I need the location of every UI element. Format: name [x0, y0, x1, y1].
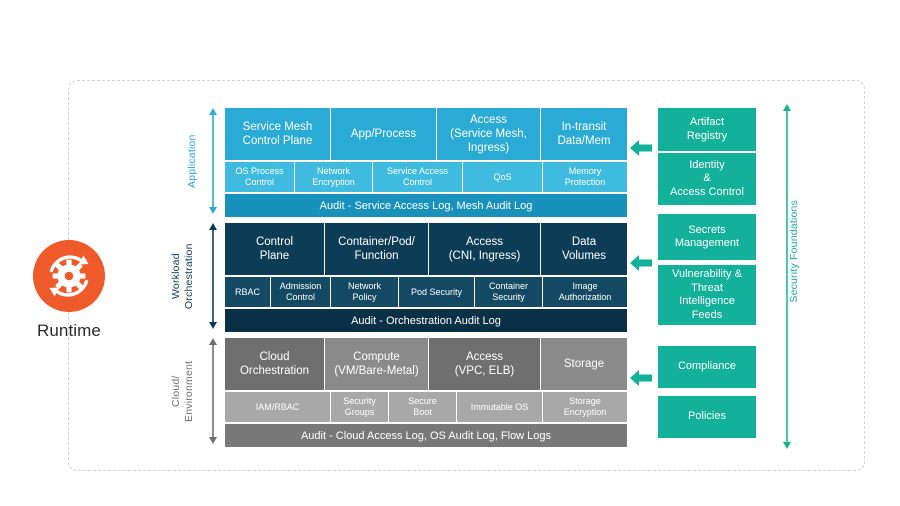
- runtime-logo-label: Runtime: [36, 321, 101, 340]
- band-subcell-workload-orchestration-2[interactable]: Network Policy: [331, 277, 399, 307]
- band-cell-workload-orchestration-1[interactable]: Container/Pod/Function: [325, 223, 429, 275]
- audit-bar-workload-orchestration[interactable]: Audit - Orchestration Audit Log: [225, 309, 627, 332]
- band-subcell-workload-orchestration-5[interactable]: Image Authorization: [543, 277, 627, 307]
- band-application: Service Mesh Control Plane App/Process Acce…: [225, 108, 627, 217]
- diagram-canvas: Runtime Application Service Mesh Control P…: [0, 0, 900, 506]
- gear-refresh-icon: [33, 240, 105, 312]
- audit-bar-cloud-environment[interactable]: Audit - Cloud Access Log, OS Audit Log, …: [225, 424, 627, 447]
- band-cloud-environment: Cloud Orchestration Compute (VM/Bare-Metal)…: [225, 338, 627, 447]
- band-top-row: Control Plane Container/Pod/Function Access…: [225, 223, 627, 275]
- security-foundations-label: Security Foundations: [788, 200, 800, 303]
- band-subcell-application-4[interactable]: Memory Protection: [543, 162, 627, 192]
- axis-arrow-application: [208, 108, 218, 214]
- band-subcell-workload-orchestration-0[interactable]: RBAC: [225, 277, 271, 307]
- band-cell-cloud-environment-2[interactable]: Access (VPC, ELB): [429, 338, 541, 390]
- band-sub-row: RBAC Admission Control Network Policy Pod Sec…: [225, 277, 627, 307]
- band-cell-workload-orchestration-0[interactable]: Control Plane: [225, 223, 325, 275]
- foundation-box-2[interactable]: Secrets Management: [658, 214, 756, 260]
- band-top-row: Cloud Orchestration Compute (VM/Bare-Metal)…: [225, 338, 627, 390]
- band-sub-row: IAM/RBAC Security Groups Secure Boot Immutabl…: [225, 392, 627, 422]
- band-workload-orchestration: Control Plane Container/Pod/Function Access…: [225, 223, 627, 332]
- band-subcell-application-2[interactable]: Service Access Control: [373, 162, 463, 192]
- foundation-box-1[interactable]: Identity & Access Control: [658, 153, 756, 205]
- foundation-box-3[interactable]: Vulnerability & Threat Intelligence Feeds: [658, 265, 756, 325]
- foundation-box-0[interactable]: Artifact Registry: [658, 108, 756, 151]
- band-subcell-cloud-environment-1[interactable]: Security Groups: [331, 392, 389, 422]
- axis-arrow-cloud-environment: [208, 338, 218, 444]
- foundation-box-4[interactable]: Compliance: [658, 346, 756, 388]
- band-subcell-cloud-environment-2[interactable]: Secure Boot: [389, 392, 457, 422]
- band-subcell-application-0[interactable]: OS Process Control: [225, 162, 295, 192]
- band-sub-row: OS Process Control Network Encryption Servic…: [225, 162, 627, 192]
- band-cell-workload-orchestration-3[interactable]: Data Volumes: [541, 223, 627, 275]
- foundation-box-5[interactable]: Policies: [658, 396, 756, 438]
- band-subcell-cloud-environment-4[interactable]: Storage Encryption: [543, 392, 627, 422]
- audit-bar-application[interactable]: Audit - Service Access Log, Mesh Audit L…: [225, 194, 627, 217]
- band-cell-cloud-environment-3[interactable]: Storage: [541, 338, 627, 390]
- band-cell-cloud-environment-1[interactable]: Compute (VM/Bare-Metal): [325, 338, 429, 390]
- arrow-left-icon-1: [630, 252, 652, 274]
- band-cell-workload-orchestration-2[interactable]: Access (CNI, Ingress): [429, 223, 541, 275]
- band-top-row: Service Mesh Control Plane App/Process Acce…: [225, 108, 627, 160]
- band-subcell-workload-orchestration-3[interactable]: Pod Security: [399, 277, 475, 307]
- runtime-logo-group: Runtime: [30, 240, 108, 341]
- band-subcell-workload-orchestration-1[interactable]: Admission Control: [271, 277, 331, 307]
- band-label-workload-orchestration: Workload Orchestration: [170, 243, 195, 309]
- band-cell-application-1[interactable]: App/Process: [331, 108, 437, 160]
- band-label-application: Application: [186, 134, 198, 188]
- band-subcell-application-1[interactable]: Network Encryption: [295, 162, 373, 192]
- band-subcell-cloud-environment-0[interactable]: IAM/RBAC: [225, 392, 331, 422]
- band-subcell-cloud-environment-3[interactable]: Immutable OS: [457, 392, 543, 422]
- band-cell-application-3[interactable]: In-transit Data/Mem: [541, 108, 627, 160]
- band-cell-application-0[interactable]: Service Mesh Control Plane: [225, 108, 331, 160]
- band-cell-application-2[interactable]: Access (Service Mesh, Ingress): [437, 108, 541, 160]
- band-cell-cloud-environment-0[interactable]: Cloud Orchestration: [225, 338, 325, 390]
- arrow-left-icon-2: [630, 367, 652, 389]
- band-label-cloud-environment: Cloud/Environment: [170, 360, 195, 422]
- band-subcell-workload-orchestration-4[interactable]: Container Security: [475, 277, 543, 307]
- axis-arrow-workload-orchestration: [208, 223, 218, 329]
- band-subcell-application-3[interactable]: QoS: [463, 162, 543, 192]
- arrow-left-icon-0: [630, 137, 652, 159]
